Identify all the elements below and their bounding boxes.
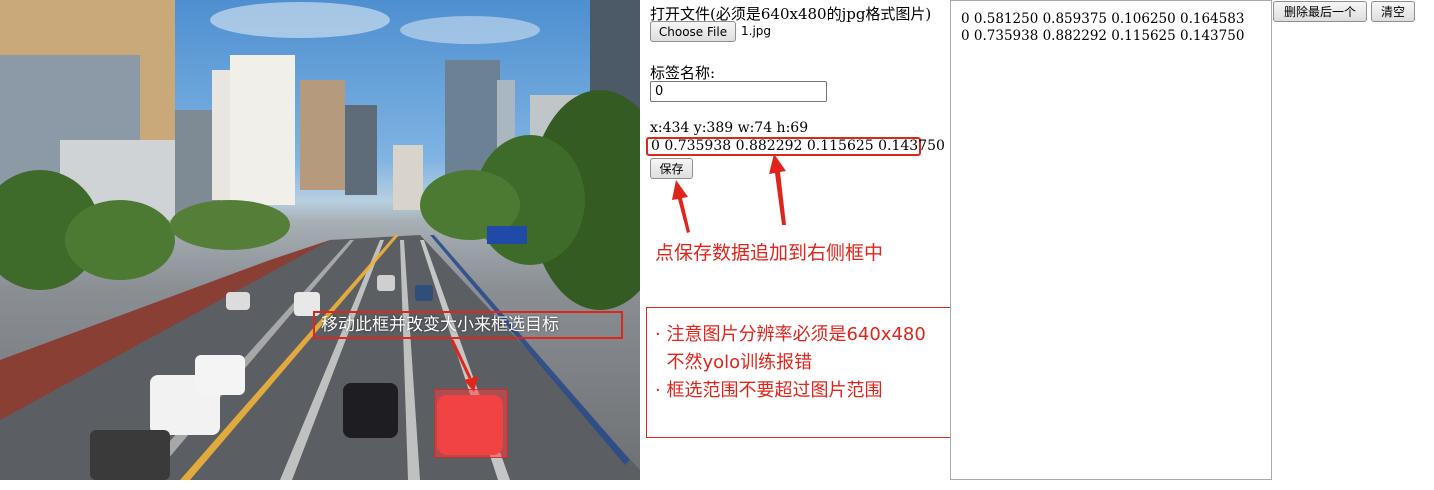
street-photo: 移动此框并改变大小来框选目标 [0, 0, 640, 480]
street-scene-drawing [0, 0, 640, 480]
note-line-3: · 框选范围不要超过图片范围 [655, 380, 883, 401]
coords-readout: x:434 y:389 w:74 h:69 [650, 120, 809, 136]
note-line-1: · 注意图片分辨率必须是640x480 [655, 324, 926, 345]
annotation-output-textarea[interactable]: 0 0.581250 0.859375 0.106250 0.164583 0 … [950, 0, 1272, 480]
tag-name-input[interactable] [650, 81, 827, 102]
choose-file-button[interactable]: Choose File [650, 21, 736, 42]
file-name: 1.jpg [741, 24, 772, 38]
tag-name-label: 标签名称: [650, 64, 716, 82]
current-annotation-text: 0 0.735938 0.882292 0.115625 0.143750 [651, 138, 945, 154]
note-line-2: 不然yolo训练报错 [655, 352, 813, 373]
bounding-box-selector[interactable] [434, 389, 508, 458]
clear-button[interactable]: 清空 [1371, 1, 1415, 22]
save-note: 点保存数据追加到右侧框中 [655, 242, 884, 264]
save-arrows-icon [672, 155, 786, 233]
current-annotation-line: 0 0.735938 0.882292 0.115625 0.143750 [646, 137, 945, 156]
move-box-hint: 移动此框并改变大小来框选目标 [313, 311, 623, 339]
notes-box: · 注意图片分辨率必须是640x480 不然yolo训练报错 · 框选范围不要超… [646, 307, 959, 438]
delete-last-button[interactable]: 删除最后一个 [1273, 1, 1367, 22]
